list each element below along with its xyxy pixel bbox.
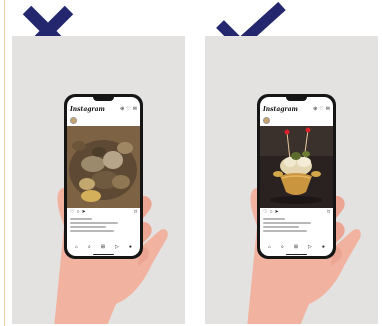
heart-icon[interactable]: ♡ xyxy=(319,107,323,112)
caption-line xyxy=(70,222,118,224)
heart-icon[interactable]: ♡ xyxy=(126,107,130,112)
add-icon[interactable]: ⊕ xyxy=(313,107,317,112)
phone-notch xyxy=(286,97,307,101)
bottom-tab-bar: ⌂ ⌕ ⊞ ▷ ● xyxy=(70,245,137,251)
reels-icon[interactable]: ▷ xyxy=(308,245,312,251)
search-icon[interactable]: ⌕ xyxy=(88,245,91,251)
post-photo xyxy=(260,126,333,208)
app-title: Instagram xyxy=(70,106,105,113)
add-icon[interactable]: ⊕ xyxy=(120,107,124,112)
reels-icon[interactable]: ▷ xyxy=(115,245,119,251)
good-example-panel: Instagram ⊕ ♡ ✉ ♡ ○ ➤ ⌑ ⌂ ⌕ ⊞ ▷ ● xyxy=(205,36,378,324)
comment-icon[interactable]: ○ xyxy=(76,210,79,216)
home-indicator xyxy=(286,253,307,255)
add-icon[interactable]: ⊞ xyxy=(101,245,105,251)
post-header xyxy=(263,116,330,124)
add-icon[interactable]: ⊞ xyxy=(294,245,298,251)
post-photo xyxy=(67,126,140,208)
heart-icon[interactable]: ♡ xyxy=(70,210,74,216)
bookmark-icon[interactable]: ⌑ xyxy=(134,210,137,216)
comment-icon[interactable]: ○ xyxy=(269,210,272,216)
bookmark-icon[interactable]: ⌑ xyxy=(327,210,330,216)
avatar[interactable] xyxy=(70,116,77,124)
avatar[interactable] xyxy=(263,116,270,124)
profile-icon[interactable]: ● xyxy=(129,245,132,251)
caption-line xyxy=(263,218,285,220)
edge-line xyxy=(4,0,5,326)
post-actions: ♡ ○ ➤ ⌑ xyxy=(263,210,330,216)
post-header xyxy=(70,116,137,124)
app-title: Instagram xyxy=(263,106,298,113)
home-icon[interactable]: ⌂ xyxy=(268,245,271,251)
heart-icon[interactable]: ♡ xyxy=(263,210,267,216)
bad-example-panel: Instagram ⊕ ♡ ✉ ♡ ○ ➤ ⌑ ⌂ ⌕ ⊞ ▷ ● xyxy=(12,36,185,324)
home-icon[interactable]: ⌂ xyxy=(75,245,78,251)
home-indicator xyxy=(93,253,114,255)
messenger-icon[interactable]: ✉ xyxy=(133,107,137,112)
share-icon[interactable]: ➤ xyxy=(82,210,86,216)
profile-icon[interactable]: ● xyxy=(322,245,325,251)
share-icon[interactable]: ➤ xyxy=(275,210,279,216)
bottom-tab-bar: ⌂ ⌕ ⊞ ▷ ● xyxy=(263,245,330,251)
caption-line xyxy=(70,230,114,232)
caption-line xyxy=(263,230,307,232)
app-header: Instagram ⊕ ♡ ✉ xyxy=(263,105,330,114)
phone-mockup: Instagram ⊕ ♡ ✉ ♡ ○ ➤ ⌑ ⌂ ⌕ ⊞ ▷ ● xyxy=(64,94,143,259)
post-actions: ♡ ○ ➤ ⌑ xyxy=(70,210,137,216)
caption-line xyxy=(263,222,311,224)
caption-line xyxy=(263,226,299,228)
phone-screen: Instagram ⊕ ♡ ✉ ♡ ○ ➤ ⌑ ⌂ ⌕ ⊞ ▷ ● xyxy=(260,97,333,256)
search-icon[interactable]: ⌕ xyxy=(281,245,284,251)
app-header: Instagram ⊕ ♡ ✉ xyxy=(70,105,137,114)
messenger-icon[interactable]: ✉ xyxy=(326,107,330,112)
phone-mockup: Instagram ⊕ ♡ ✉ ♡ ○ ➤ ⌑ ⌂ ⌕ ⊞ ▷ ● xyxy=(257,94,336,259)
caption-line xyxy=(70,226,106,228)
caption-line xyxy=(70,218,92,220)
phone-screen: Instagram ⊕ ♡ ✉ ♡ ○ ➤ ⌑ ⌂ ⌕ ⊞ ▷ ● xyxy=(67,97,140,256)
phone-notch xyxy=(93,97,114,101)
